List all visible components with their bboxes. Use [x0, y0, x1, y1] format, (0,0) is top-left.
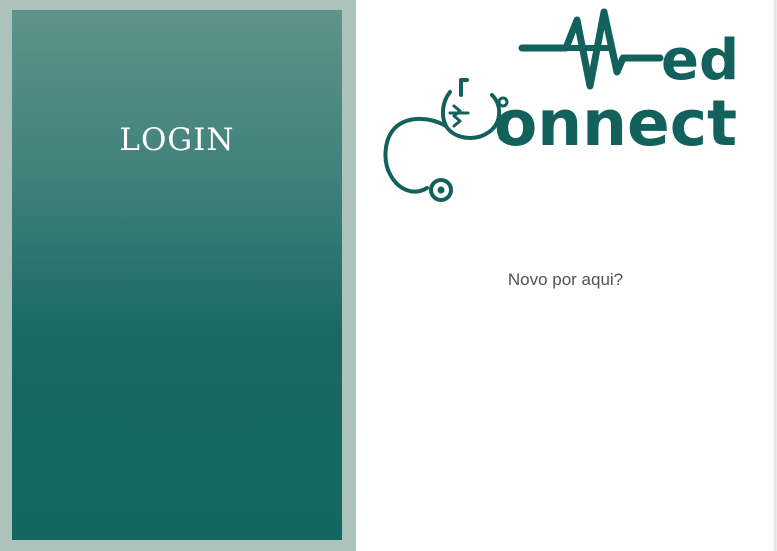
medconnect-logo: ed onnect — [383, 8, 739, 202]
login-panel: LOGIN — [12, 10, 342, 540]
left-panel-frame: LOGIN — [0, 0, 356, 551]
login-title: LOGIN — [119, 122, 235, 158]
login-screen: LOGIN ed onnect Novo por aqui? — [0, 0, 777, 551]
right-edge-divider — [774, 0, 776, 551]
heartbeat-line-icon — [518, 8, 664, 90]
stethoscope-icon — [383, 78, 510, 202]
right-panel: ed onnect Novo por aqui? — [356, 0, 777, 551]
logo-word-bottom: onnect — [494, 87, 737, 160]
logo-word-top: ed — [661, 28, 739, 93]
signup-prompt-link[interactable]: Novo por aqui? — [356, 270, 775, 290]
